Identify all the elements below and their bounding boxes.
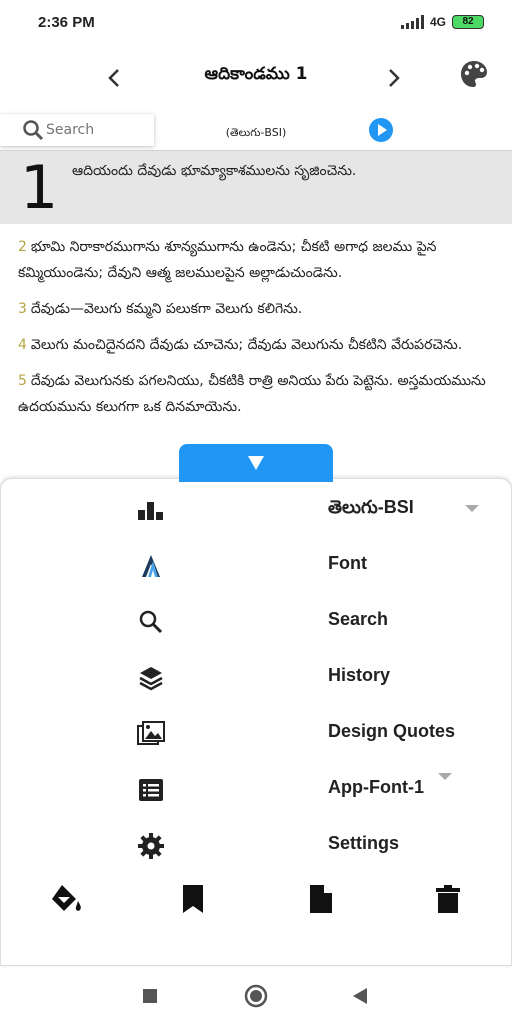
status-time: 2:36 PM: [38, 13, 95, 31]
recent-apps-button[interactable]: [136, 982, 164, 1010]
verse-number: 3: [18, 301, 27, 317]
verse-list: 2 భూమి నిరాకారముగాను శూన్యముగాను ఉండెను; …: [0, 234, 512, 420]
page-title[interactable]: ఆదికాండము 1: [150, 64, 362, 88]
font-icon: [131, 551, 171, 581]
menu-label: History: [328, 665, 391, 685]
search-icon: [23, 120, 44, 141]
menu-item-app-font[interactable]: App-Font-1: [1, 765, 512, 815]
verse-number: 2: [18, 239, 27, 255]
menu-label: Font: [328, 553, 367, 573]
play-icon[interactable]: [369, 118, 393, 142]
gear-icon: [131, 831, 171, 861]
chevron-down-icon[interactable]: [438, 773, 452, 780]
verse[interactable]: 3 దేవుడు—వెలుగు కమ్మని పలుకగా వెలుగు కలిగ…: [0, 296, 512, 322]
chevron-left-icon[interactable]: [100, 62, 128, 94]
chevron-right-icon[interactable]: [380, 62, 408, 94]
menu-label: Design Quotes: [328, 721, 456, 741]
layers-icon: [131, 663, 171, 693]
file-icon[interactable]: [301, 879, 341, 919]
status-bar: 2:36 PM 4G 82: [0, 0, 512, 44]
verse-text: భూమి నిరాకారముగాను శూన్యముగాను ఉండెను; చ…: [18, 239, 437, 281]
status-icons: 4G 82: [400, 15, 484, 29]
search-input[interactable]: [46, 122, 156, 138]
signal-icon: [400, 15, 424, 29]
verse-number: 4: [18, 337, 27, 353]
verse-text: దేవుడు వెలుగునకు పగలనియు, చీకటికి రాత్రి…: [18, 373, 486, 415]
network-type: 4G: [429, 15, 446, 29]
bookmark-icon[interactable]: [173, 879, 213, 919]
chapter-number: 1: [20, 153, 59, 223]
system-nav-bar: [0, 966, 512, 1024]
menu-item-version[interactable]: తెలుగు-BSI: [1, 485, 512, 535]
home-button[interactable]: [242, 982, 270, 1010]
version-label[interactable]: (తెలుగు-BSI): [200, 126, 312, 142]
menu-label: App-Font-1: [328, 777, 424, 797]
chevron-down-icon[interactable]: [465, 505, 479, 512]
battery-level: 82: [462, 16, 474, 27]
chapter-content: 1 ఆదియందు దేవుడు భూమ్యాకాశములను సృజించెన…: [0, 150, 512, 490]
menu-item-history[interactable]: History: [1, 653, 512, 703]
menu-drawer: తెలుగు-BSI Font Search History Design Qu…: [0, 478, 512, 966]
triangle-down-icon: [248, 456, 264, 470]
verse-number: 5: [18, 373, 27, 389]
header: ఆదికాండము 1: [0, 52, 512, 102]
battery-icon: 82: [452, 15, 484, 29]
back-button[interactable]: [346, 982, 374, 1010]
menu-label: Search: [328, 609, 389, 629]
menu-item-design-quotes[interactable]: Design Quotes: [1, 709, 512, 759]
verse-text: దేవుడు—వెలుగు కమ్మని పలుకగా వెలుగు కలిగె…: [30, 301, 303, 317]
verse-text[interactable]: ఆదియందు దేవుడు భూమ్యాకాశములను సృజించెను.: [72, 163, 356, 182]
menu-item-font[interactable]: Font: [1, 541, 512, 591]
trash-icon[interactable]: [428, 879, 468, 919]
menu-item-settings[interactable]: Settings: [1, 821, 512, 871]
palette-icon[interactable]: [458, 58, 490, 90]
search-box[interactable]: [0, 114, 156, 146]
bar-chart-icon: [131, 495, 171, 525]
list-icon: [131, 775, 171, 805]
paint-bucket-icon[interactable]: [47, 879, 87, 919]
drawer-toggle-button[interactable]: [179, 444, 333, 482]
verse[interactable]: 2 భూమి నిరాకారముగాను శూన్యముగాను ఉండెను; …: [0, 234, 512, 286]
images-icon: [131, 719, 171, 749]
menu-label: Settings: [328, 833, 400, 853]
verse-text: వెలుగు మంచిదైనదని దేవుడు చూచెను; దేవుడు …: [30, 337, 463, 353]
menu-item-search[interactable]: Search: [1, 597, 512, 647]
search-row: (తెలుగు-BSI): [0, 112, 512, 148]
drawer-toolbar: [1, 879, 512, 923]
verse[interactable]: 4 వెలుగు మంచిదైనదని దేవుడు చూచెను; దేవుడు…: [0, 332, 512, 358]
search-icon: [131, 607, 171, 637]
chapter-header: 1 ఆదియందు దేవుడు భూమ్యాకాశములను సృజించెన…: [0, 150, 512, 224]
verse[interactable]: 5 దేవుడు వెలుగునకు పగలనియు, చీకటికి రాత్ర…: [0, 368, 512, 420]
menu-label: తెలుగు-BSI: [328, 497, 414, 517]
